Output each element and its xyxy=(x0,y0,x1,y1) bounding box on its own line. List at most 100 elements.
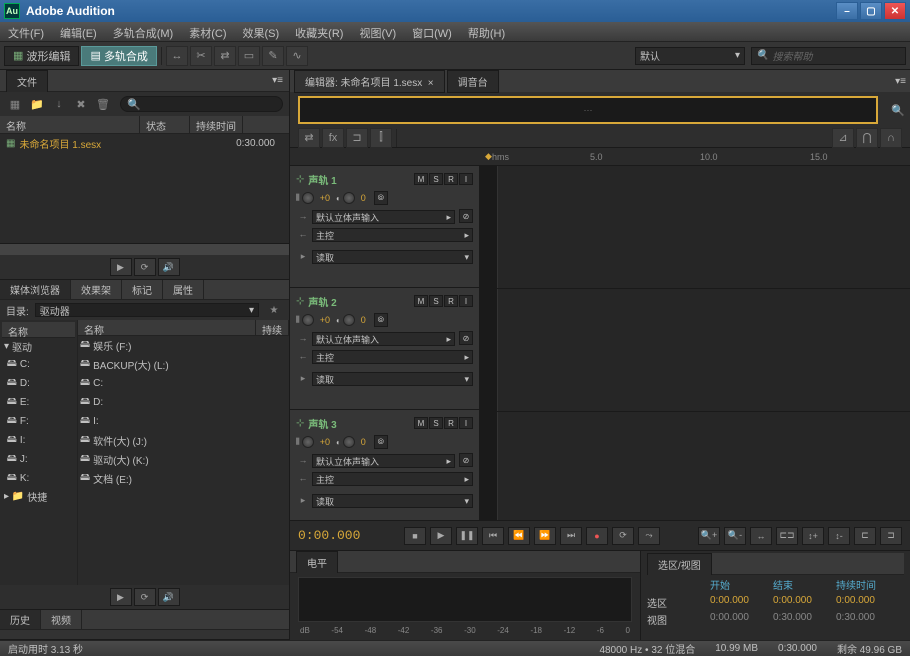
toggle-loop-icon[interactable]: ⇄ xyxy=(298,128,320,148)
drive-item[interactable]: 🖴 I: xyxy=(2,431,75,450)
gain-knob[interactable] xyxy=(302,436,314,448)
slip-tool-icon[interactable]: ⇄ xyxy=(214,46,236,66)
drive-item[interactable]: 🖴 BACKUP(大) (L:) xyxy=(78,355,289,374)
new-file-icon[interactable]: ▦ xyxy=(6,95,24,113)
drive-item[interactable]: 🖴 C: xyxy=(2,355,75,374)
minimize-button[interactable]: – xyxy=(836,2,858,20)
solo-button[interactable]: S xyxy=(429,295,443,307)
zoom-full-icon[interactable]: ↔ xyxy=(750,527,772,545)
files-tab[interactable]: 文件 xyxy=(6,70,48,92)
help-search[interactable]: 🔍 搜索帮助 xyxy=(751,47,906,65)
track-output-selector[interactable]: 主控▸ xyxy=(312,350,473,364)
drive-item[interactable]: 🖴 文档 (E:) xyxy=(78,469,289,488)
menu-effects[interactable]: 效果(S) xyxy=(235,22,288,41)
delete-icon[interactable]: 🗑 xyxy=(94,95,112,113)
catalog-selector[interactable]: 驱动器▾ xyxy=(35,303,259,317)
menu-help[interactable]: 帮助(H) xyxy=(460,22,513,41)
zoom-sel-icon[interactable]: ⊏⊐ xyxy=(776,527,798,545)
input-power-icon[interactable]: ⊘ xyxy=(459,209,473,223)
magnet-icon[interactable]: ⋂ xyxy=(856,128,878,148)
record-arm-button[interactable]: R xyxy=(444,417,458,429)
drive-item[interactable]: 🖴 驱动(大) (K:) xyxy=(78,450,289,469)
forward-button[interactable]: ⏩ xyxy=(534,527,556,545)
shortcuts-group[interactable]: ▸ 📁 快捷 xyxy=(2,488,75,505)
effects-rack-tab[interactable]: 效果架 xyxy=(71,280,122,299)
mute-button[interactable]: M xyxy=(414,173,428,185)
pan-knob[interactable] xyxy=(343,436,355,448)
healing-tool-icon[interactable]: ∿ xyxy=(286,46,308,66)
zoom-icon[interactable]: 🔍 xyxy=(886,104,910,117)
track-fx-icon[interactable]: ⦾ xyxy=(374,313,388,327)
rewind-button[interactable]: ⏪ xyxy=(508,527,530,545)
track-name[interactable]: 声轨 1 xyxy=(308,172,336,187)
razor-tool-icon[interactable]: ✂ xyxy=(190,46,212,66)
pan-knob[interactable] xyxy=(343,314,355,326)
menu-file[interactable]: 文件(F) xyxy=(0,22,52,41)
track-name[interactable]: 声轨 3 xyxy=(308,416,336,431)
hscroll[interactable] xyxy=(0,243,289,255)
skip-button[interactable]: ⤳ xyxy=(638,527,660,545)
media-browser-tab[interactable]: 媒体浏览器 xyxy=(0,280,71,299)
editor-tab[interactable]: 编辑器: 未命名项目 1.sesx × xyxy=(294,70,445,93)
track-automation-selector[interactable]: 读取▾ xyxy=(312,494,473,508)
menu-view[interactable]: 视图(V) xyxy=(351,22,404,41)
track-automation-selector[interactable]: 读取▾ xyxy=(312,372,473,386)
track-fx-icon[interactable]: ⦾ xyxy=(374,435,388,449)
drive-item[interactable]: 🖴 C: xyxy=(78,374,289,393)
drive-item[interactable]: 🖴 D: xyxy=(2,374,75,393)
move-tool-icon[interactable]: ↔ xyxy=(166,46,188,66)
mute-button[interactable]: M xyxy=(414,295,428,307)
preview-play-button[interactable]: ▶ xyxy=(110,588,132,606)
record-arm-button[interactable]: R xyxy=(444,173,458,185)
record-arm-button[interactable]: R xyxy=(444,295,458,307)
solo-button[interactable]: S xyxy=(429,173,443,185)
track-input-selector[interactable]: 默认立体声输入▸ xyxy=(312,454,455,468)
zoom-in-icon[interactable]: 🔍+ xyxy=(698,527,720,545)
menu-clip[interactable]: 素材(C) xyxy=(181,22,234,41)
menu-window[interactable]: 窗口(W) xyxy=(404,22,460,41)
waveform-mode-button[interactable]: ▦ 波形编辑 xyxy=(4,46,79,66)
record-button[interactable]: ● xyxy=(586,527,608,545)
overview-bar[interactable]: ⋯ xyxy=(298,96,878,124)
preview-play-button[interactable]: ▶ xyxy=(110,258,132,276)
file-search[interactable]: 🔍 xyxy=(120,96,283,112)
history-tab[interactable]: 历史 xyxy=(0,610,41,629)
track-input-selector[interactable]: 默认立体声输入▸ xyxy=(312,332,455,346)
track-output-selector[interactable]: 主控▸ xyxy=(312,472,473,486)
drive-item[interactable]: 🖴 K: xyxy=(2,469,75,488)
selview-tab[interactable]: 选区/视图 xyxy=(647,553,712,575)
goto-start-button[interactable]: ⏮ xyxy=(482,527,504,545)
track-input-selector[interactable]: 默认立体声输入▸ xyxy=(312,210,455,224)
workspace-selector[interactable]: 默认▾ xyxy=(635,47,745,65)
zoom-r-icon[interactable]: ⊐ xyxy=(880,527,902,545)
video-tab[interactable]: 视频 xyxy=(41,610,82,629)
fx-icon[interactable]: fx xyxy=(322,128,344,148)
properties-tab[interactable]: 属性 xyxy=(163,280,204,299)
drive-root[interactable]: ▾ 驱动 xyxy=(2,338,75,355)
selection-tool-icon[interactable]: ▭ xyxy=(238,46,260,66)
zoom-l-icon[interactable]: ⊏ xyxy=(854,527,876,545)
open-file-icon[interactable]: 📁 xyxy=(28,95,46,113)
markers-tab[interactable]: 标记 xyxy=(122,280,163,299)
panel-menu-icon[interactable]: ▾≡ xyxy=(272,75,283,86)
zoom-out-v-icon[interactable]: ↕- xyxy=(828,527,850,545)
drive-item[interactable]: 🖴 软件(大) (J:) xyxy=(78,431,289,450)
zoom-out-icon[interactable]: 🔍- xyxy=(724,527,746,545)
gain-knob[interactable] xyxy=(302,314,314,326)
multitrack-mode-button[interactable]: ▤ 多轨合成 xyxy=(81,46,156,66)
panel-menu-icon[interactable]: ▾≡ xyxy=(895,76,906,87)
snap-icon[interactable]: ⊿ xyxy=(832,128,854,148)
input-power-icon[interactable]: ⊘ xyxy=(459,331,473,345)
drive-item[interactable]: 🖴 D: xyxy=(78,393,289,412)
preview-autoplay-button[interactable]: 🔊 xyxy=(158,588,180,606)
eq-icon[interactable]: ⫿ xyxy=(370,128,392,148)
stop-button[interactable]: ■ xyxy=(404,527,426,545)
loop-button[interactable]: ⟳ xyxy=(612,527,634,545)
mute-button[interactable]: M xyxy=(414,417,428,429)
preview-loop-button[interactable]: ⟳ xyxy=(134,588,156,606)
snapping-icon[interactable]: ∩ xyxy=(880,128,902,148)
close-file-icon[interactable]: ✖ xyxy=(72,95,90,113)
track-name[interactable]: 声轨 2 xyxy=(308,294,336,309)
drive-item[interactable]: 🖴 娱乐 (F:) xyxy=(78,336,289,355)
drive-item[interactable]: 🖴 J: xyxy=(2,450,75,469)
